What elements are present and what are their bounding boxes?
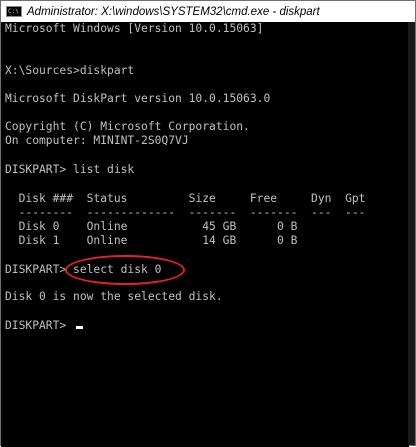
console-line: X:\Sources>diskpart (5, 64, 135, 77)
console-output[interactable]: Microsoft Windows [Version 10.0.15063] X… (1, 22, 409, 447)
console-line: On computer: MININT-2S0Q7VJ (5, 134, 189, 147)
command-prompt-line[interactable]: DISKPART> (5, 319, 73, 333)
disk-table-separator: -------- ------------- ------- ------- -… (5, 206, 366, 219)
vertical-scrollbar[interactable] (408, 22, 415, 445)
command-prompt-window: C:\ Administrator: X:\windows\SYSTEM32\c… (0, 0, 416, 447)
console-line: Disk 0 is now the selected disk. (5, 290, 223, 303)
highlight-annotation (65, 255, 185, 285)
console-line: Microsoft Windows [Version 10.0.15063] (5, 22, 264, 35)
disk-table-row: Disk 0 Online 45 GB 0 B (5, 220, 298, 233)
disk-table-header: Disk ### Status Size Free Dyn Gpt (5, 192, 366, 205)
cmd-icon: C:\ (6, 6, 22, 17)
console-line: DISKPART> list disk (5, 163, 135, 176)
text-cursor (76, 326, 83, 329)
title-bar[interactable]: C:\ Administrator: X:\windows\SYSTEM32\c… (1, 1, 415, 22)
console-line: Copyright (C) Microsoft Corporation. (5, 120, 250, 133)
console-line: Microsoft DiskPart version 10.0.15063.0 (5, 92, 271, 105)
disk-table-row: Disk 1 Online 14 GB 0 B (5, 234, 298, 247)
window-title: Administrator: X:\windows\SYSTEM32\cmd.e… (27, 5, 320, 18)
